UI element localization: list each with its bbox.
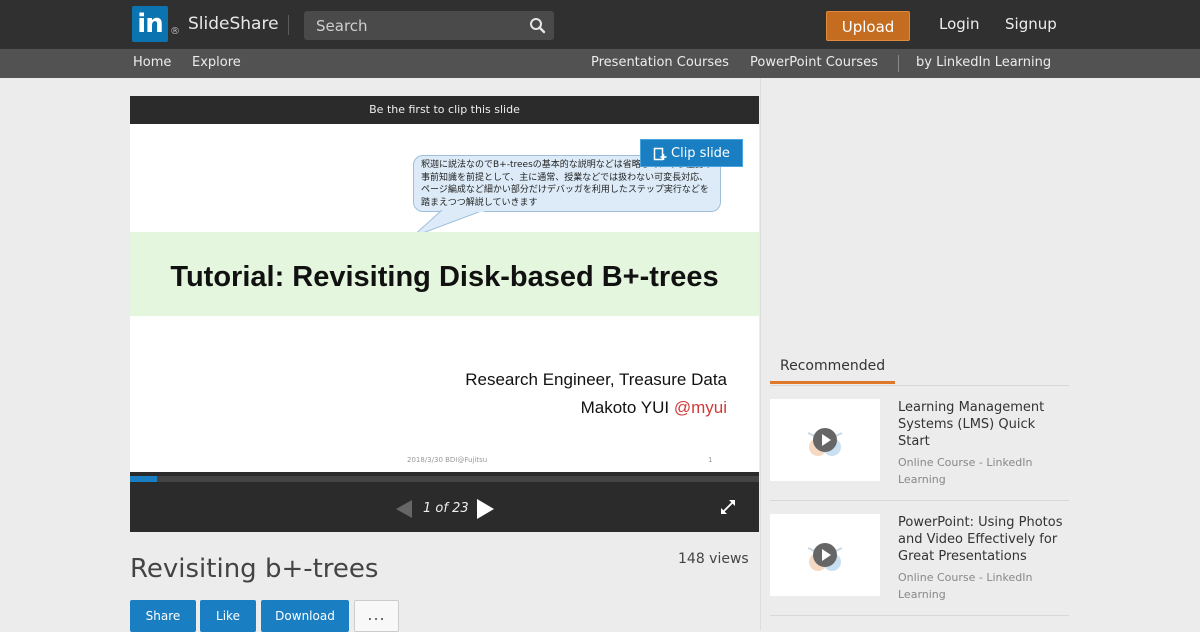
slide-progress-bar[interactable]	[130, 476, 759, 482]
nav-powerpoint-courses[interactable]: PowerPoint Courses	[750, 55, 878, 70]
login-link[interactable]: Login	[939, 15, 979, 33]
slide-canvas[interactable]: 釈迦に説法なのでB+-treesの基本的な説明などは省略して、ある程度の事前知識…	[130, 124, 759, 472]
view-count: 148 views	[678, 551, 749, 567]
page-counter: 1 of 23	[423, 501, 469, 516]
slide-progress-fill	[130, 476, 158, 482]
course-thumbnail[interactable]	[770, 399, 880, 481]
search-icon[interactable]	[529, 17, 546, 34]
play-icon[interactable]	[812, 427, 838, 453]
recommended-header[interactable]: Recommended	[780, 358, 885, 374]
divider	[898, 55, 899, 72]
author-line: Makoto YUI @myui	[581, 398, 727, 418]
course-thumbnail[interactable]	[770, 514, 880, 596]
signup-link[interactable]: Signup	[1005, 15, 1057, 33]
nav-home[interactable]: Home	[133, 55, 171, 70]
recommended-item[interactable]: PowerPoint: Using Photos and Video Effec…	[770, 501, 1069, 616]
recommended-tab-underline	[770, 381, 895, 384]
secondary-navbar: Home Explore Presentation Courses PowerP…	[0, 49, 1200, 78]
course-source: Online Course - LinkedIn Learning	[898, 456, 1033, 486]
nav-linkedin-learning[interactable]: by LinkedIn Learning	[916, 55, 1051, 70]
author-role: Research Engineer, Treasure Data	[465, 370, 727, 389]
course-source: Online Course - LinkedIn Learning	[898, 571, 1033, 601]
registered-mark: ®	[170, 26, 180, 37]
author-name: Makoto YUI	[580, 398, 670, 417]
slide-title: Tutorial: Revisiting Disk-based B+-trees	[170, 261, 719, 293]
nav-explore[interactable]: Explore	[192, 55, 241, 70]
author-handle: @myui	[673, 398, 727, 417]
prev-arrow-icon[interactable]	[394, 499, 414, 519]
linkedin-logo[interactable]: in	[132, 6, 168, 42]
clip-slide-label: Clip slide	[671, 146, 730, 161]
divider	[770, 615, 1069, 616]
recommended-item[interactable]: Learning Management Systems (LMS) Quick …	[770, 386, 1069, 501]
slide-page-number: 1	[708, 456, 713, 464]
more-options-button[interactable]: ...	[354, 600, 399, 632]
share-button[interactable]: Share	[130, 600, 196, 632]
like-button[interactable]: Like	[200, 600, 256, 632]
search-input[interactable]	[304, 11, 526, 40]
course-title[interactable]: Learning Management Systems (LMS) Quick …	[898, 399, 1068, 450]
slide-footer: 2018/3/30 BDI@Fujitsu	[407, 456, 488, 464]
top-navbar: in ® SlideShare Upload Login Signup	[0, 0, 1200, 49]
fullscreen-icon[interactable]	[720, 499, 736, 515]
download-button[interactable]: Download	[261, 600, 349, 632]
clip-icon	[653, 147, 667, 161]
divider	[288, 15, 289, 35]
nav-presentation-courses[interactable]: Presentation Courses	[591, 55, 729, 70]
brand-name[interactable]: SlideShare	[188, 14, 279, 34]
next-arrow-icon[interactable]	[475, 498, 495, 520]
upload-button[interactable]: Upload	[826, 11, 910, 41]
course-title[interactable]: PowerPoint: Using Photos and Video Effec…	[898, 514, 1068, 565]
play-icon[interactable]	[812, 542, 838, 568]
document-title: Revisiting b+-trees	[130, 554, 379, 584]
clip-prompt: Be the first to clip this slide	[369, 103, 520, 116]
column-divider	[760, 78, 761, 630]
search-box	[304, 11, 554, 40]
slide-player: Be the first to clip this slide 釈迦に説法なので…	[130, 96, 759, 532]
clip-slide-button[interactable]: Clip slide	[640, 139, 743, 167]
